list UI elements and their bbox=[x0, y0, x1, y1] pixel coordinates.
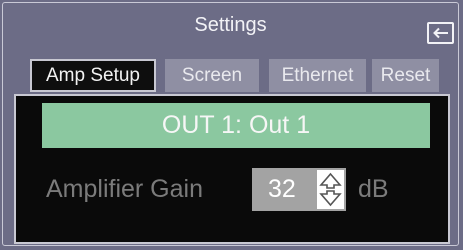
up-down-arrows-icon bbox=[317, 170, 344, 209]
amplifier-gain-label: Amplifier Gain bbox=[46, 175, 203, 203]
output-selector[interactable]: OUT 1: Out 1 bbox=[42, 103, 430, 148]
amp-setup-panel: OUT 1: Out 1 Amplifier Gain 32 dB bbox=[14, 94, 450, 244]
gain-unit-label: dB bbox=[358, 175, 389, 203]
arrow-left-icon bbox=[432, 27, 449, 39]
page-title: Settings bbox=[194, 14, 267, 36]
amplifier-gain-value[interactable]: 32 bbox=[252, 168, 315, 211]
tab-reset[interactable]: Reset bbox=[372, 59, 439, 92]
tab-screen[interactable]: Screen bbox=[165, 59, 259, 92]
tab-ethernet[interactable]: Ethernet bbox=[269, 59, 366, 92]
settings-window: Settings Amp Setup Screen Ethernet Reset… bbox=[2, 2, 459, 246]
tab-amp-setup[interactable]: Amp Setup bbox=[30, 59, 156, 92]
gain-stepper[interactable] bbox=[315, 168, 346, 211]
back-button[interactable] bbox=[427, 22, 454, 44]
title-bar: Settings bbox=[3, 3, 458, 47]
